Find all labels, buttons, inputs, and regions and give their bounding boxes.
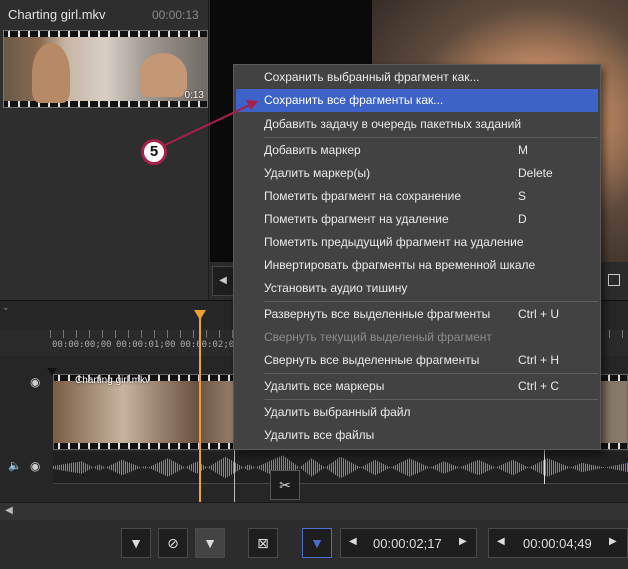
step-callout: 5: [141, 139, 167, 165]
annotation-arrow: [162, 100, 258, 147]
